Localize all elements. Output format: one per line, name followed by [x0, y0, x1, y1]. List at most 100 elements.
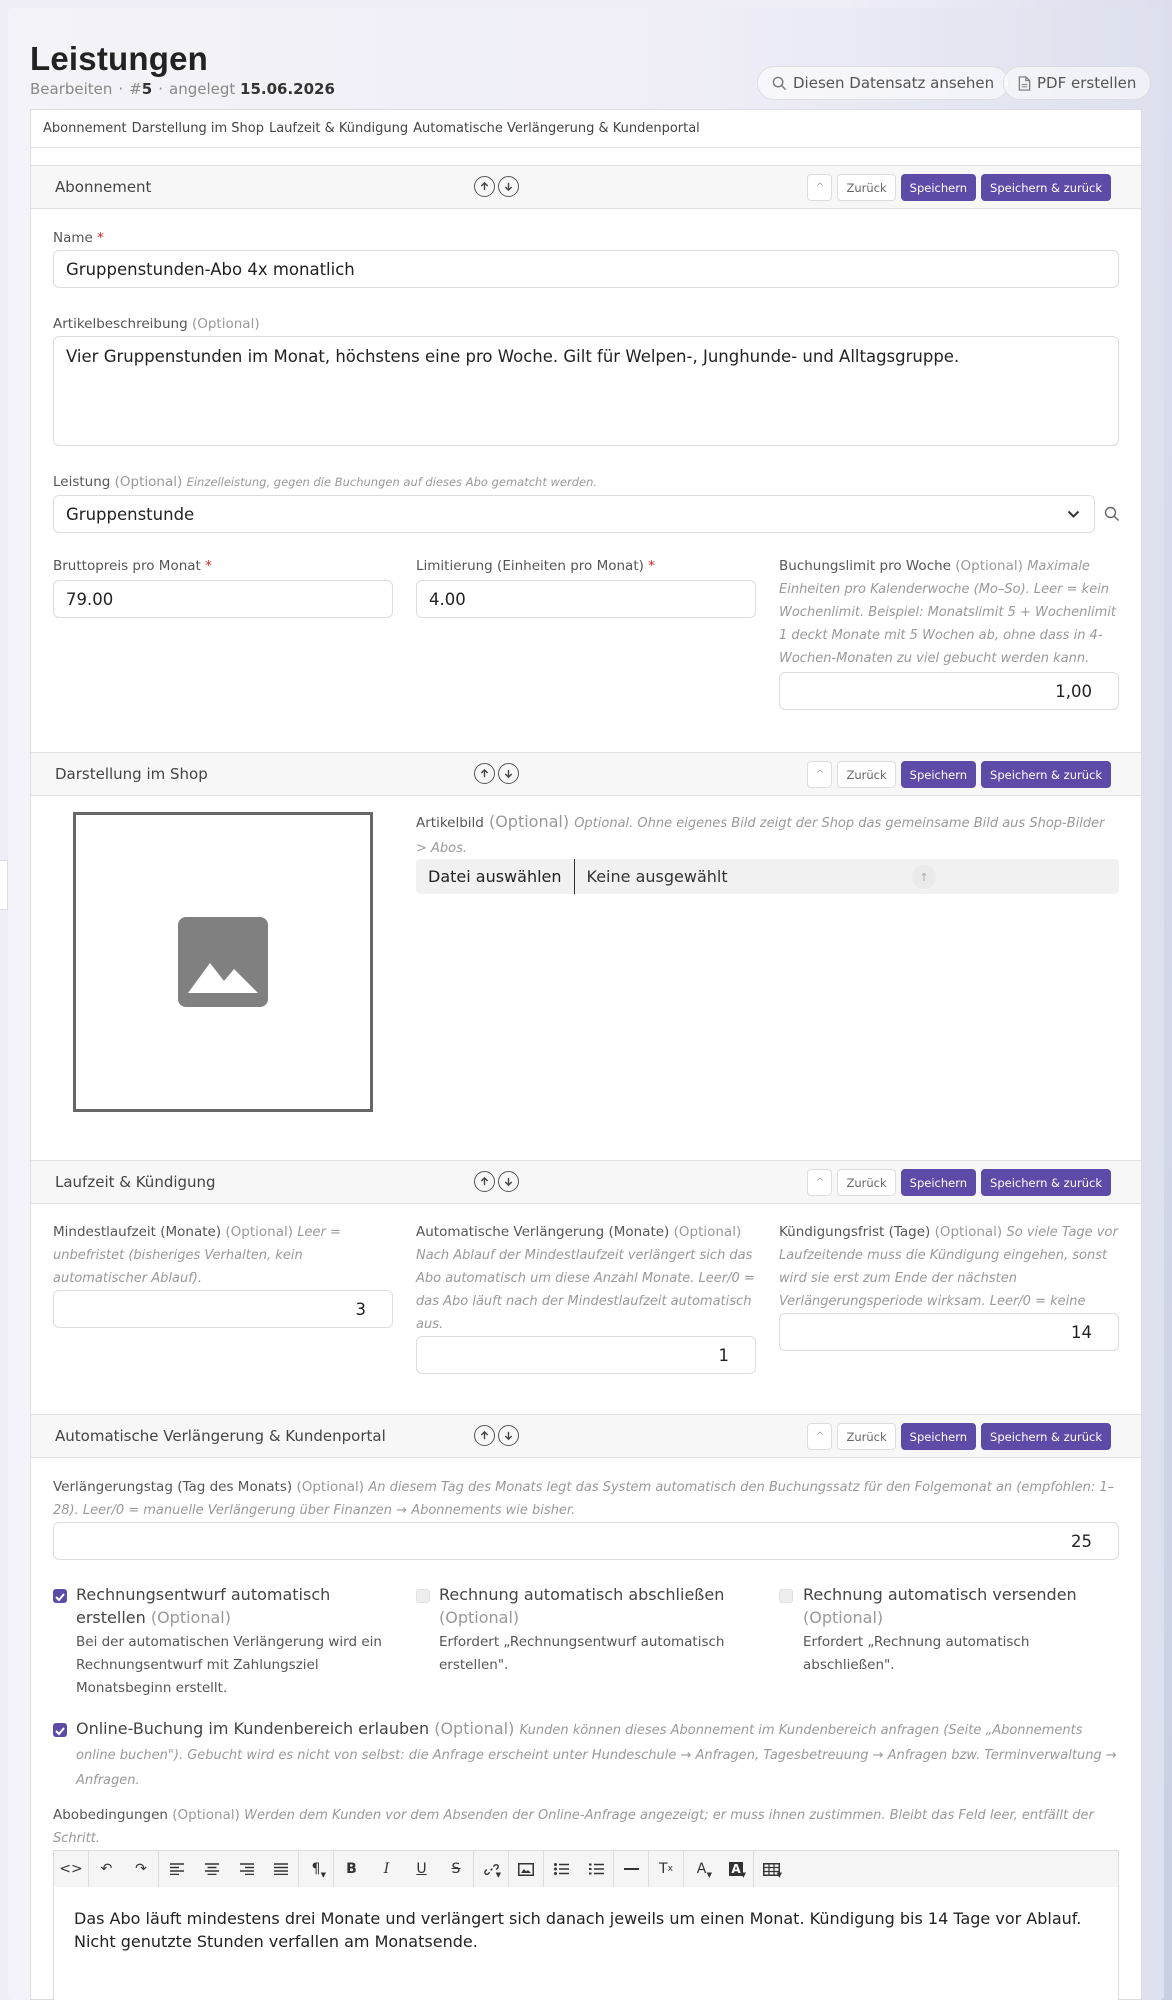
move-down-icon[interactable]: [498, 1171, 519, 1192]
save-back-button[interactable]: Speichern & zurück: [981, 174, 1111, 201]
auto-send-label: Rechnung automatisch versenden (Optional…: [803, 1585, 1077, 1627]
section-header-abonnement: Abonnement ^ Zurück Speichern Speichern …: [31, 165, 1141, 209]
section-title: Automatische Verlängerung & Kundenportal: [55, 1427, 386, 1445]
tab-portal[interactable]: Automatische Verlängerung & Kundenportal: [413, 121, 700, 136]
chevron-down-icon: [1067, 510, 1080, 518]
auto-draft-hint: Bei der automatischen Verlängerung wird …: [76, 1634, 382, 1696]
save-button[interactable]: Speichern: [900, 174, 977, 201]
clear-formatting-icon[interactable]: Tx: [649, 1851, 684, 1887]
save-back-button[interactable]: Speichern & zurück: [981, 1423, 1111, 1450]
back-button[interactable]: Zurück: [837, 174, 896, 201]
tab-bar: Abonnement Darstellung im Shop Laufzeit …: [31, 110, 1141, 148]
price-label: Bruttopreis pro Monat *: [53, 558, 212, 574]
renewal-day-label: Verlängerungstag (Tag des Monats) (Optio…: [53, 1479, 1115, 1518]
save-back-button[interactable]: Speichern & zurück: [981, 1169, 1111, 1196]
upload-icon: ↑: [912, 865, 936, 889]
move-down-icon[interactable]: [498, 763, 519, 784]
weeklimit-label: Buchungslimit pro Woche (Optional) Maxim…: [779, 558, 1117, 666]
save-button[interactable]: Speichern: [900, 761, 977, 788]
image-placeholder-icon: [178, 917, 268, 1007]
view-record-button[interactable]: Diesen Datensatz ansehen: [757, 66, 1010, 100]
collapse-button[interactable]: ^: [807, 174, 833, 201]
underline-icon[interactable]: U: [404, 1851, 439, 1887]
save-back-button[interactable]: Speichern & zurück: [981, 761, 1111, 788]
align-right-icon[interactable]: [229, 1851, 264, 1887]
form-card: Abonnement Darstellung im Shop Laufzeit …: [30, 109, 1142, 2000]
auto-draft-label: Rechnungsentwurf automatisch erstellen (…: [76, 1585, 331, 1627]
min-term-label: Mindestlaufzeit (Monate) (Optional) Leer…: [53, 1224, 341, 1286]
auto-renew-label: Automatische Verlängerung (Monate) (Opti…: [416, 1224, 755, 1332]
align-center-icon[interactable]: [194, 1851, 229, 1887]
choose-file-button[interactable]: Datei auswählen: [416, 859, 575, 894]
price-input[interactable]: 79.00: [53, 580, 393, 618]
editor-toolbar: <> ↶ ↷ ¶ ▼ B I U S ▼ Tx A ▼ A ▼ ▼: [53, 1850, 1119, 1888]
align-justify-icon[interactable]: [264, 1851, 299, 1887]
numbered-list-icon[interactable]: [579, 1851, 614, 1887]
align-left-icon[interactable]: [159, 1851, 194, 1887]
section-title: Abonnement: [55, 178, 152, 196]
auto-draft-checkbox[interactable]: [53, 1589, 67, 1603]
image-label: Artikelbild (Optional) Optional. Ohne ei…: [416, 812, 1105, 856]
pdf-button[interactable]: PDF erstellen: [1003, 66, 1152, 100]
collapse-button[interactable]: ^: [807, 761, 833, 788]
file-input[interactable]: Datei auswählen Keine ausgewählt ↑: [416, 859, 1119, 894]
section-header-shop: Darstellung im Shop ^ Zurück Speichern S…: [31, 752, 1141, 796]
insert-image-icon[interactable]: [509, 1851, 544, 1887]
limit-input[interactable]: 4.00: [416, 580, 756, 618]
online-booking-label: Online-Buchung im Kundenbereich erlauben…: [76, 1719, 1117, 1788]
renewal-day-input[interactable]: 25: [53, 1522, 1119, 1560]
move-up-icon[interactable]: [474, 763, 495, 784]
section-header-laufzeit: Laufzeit & Kündigung ^ Zurück Speichern …: [31, 1160, 1141, 1204]
back-button[interactable]: Zurück: [837, 761, 896, 788]
redo-icon[interactable]: ↷: [124, 1851, 159, 1887]
move-up-icon[interactable]: [474, 1171, 495, 1192]
tab-abonnement[interactable]: Abonnement: [43, 121, 127, 136]
move-down-icon[interactable]: [498, 176, 519, 197]
pdf-file-icon: [1018, 75, 1031, 91]
save-button[interactable]: Speichern: [900, 1423, 977, 1450]
bullet-list-icon[interactable]: [544, 1851, 579, 1887]
weeklimit-input[interactable]: 1,00: [779, 672, 1119, 710]
auto-renew-input[interactable]: 1: [416, 1336, 756, 1374]
side-handle[interactable]: [0, 860, 8, 910]
auto-send-checkbox[interactable]: [779, 1589, 793, 1603]
horizontal-rule-icon[interactable]: [614, 1851, 649, 1887]
check-icon: [55, 1593, 65, 1602]
italic-icon[interactable]: I: [369, 1851, 404, 1887]
text-color-icon[interactable]: A ▼: [684, 1851, 719, 1887]
auto-send-hint: Erfordert „Rechnung automatisch abschlie…: [803, 1634, 1030, 1673]
leistung-label: Leistung (Optional) Einzelleistung, gege…: [53, 474, 598, 490]
terms-editor[interactable]: Das Abo läuft mindestens drei Monate und…: [53, 1887, 1119, 2000]
background-color-icon[interactable]: A ▼: [719, 1851, 754, 1887]
back-button[interactable]: Zurück: [837, 1169, 896, 1196]
search-icon[interactable]: [1104, 506, 1120, 522]
page-title: Leistungen: [30, 40, 209, 77]
leistung-select[interactable]: Gruppenstunde: [53, 495, 1095, 533]
source-code-icon[interactable]: <>: [54, 1851, 89, 1887]
table-icon[interactable]: ▼: [754, 1851, 789, 1887]
move-up-icon[interactable]: [474, 176, 495, 197]
collapse-button[interactable]: ^: [807, 1423, 833, 1450]
paragraph-format-icon[interactable]: ¶ ▼: [299, 1851, 334, 1887]
online-booking-checkbox[interactable]: [53, 1723, 67, 1737]
limit-label: Limitierung (Einheiten pro Monat) *: [416, 558, 655, 574]
back-button[interactable]: Zurück: [837, 1423, 896, 1450]
terms-label: Abobedingungen (Optional) Werden dem Kun…: [53, 1807, 1094, 1846]
min-term-input[interactable]: 3: [53, 1290, 393, 1328]
strikethrough-icon[interactable]: S: [439, 1851, 474, 1887]
move-up-icon[interactable]: [474, 1425, 495, 1446]
tab-laufzeit[interactable]: Laufzeit & Kündigung: [269, 121, 408, 136]
save-button[interactable]: Speichern: [900, 1169, 977, 1196]
name-input[interactable]: Gruppenstunden-Abo 4x monatlich: [53, 250, 1119, 288]
collapse-button[interactable]: ^: [807, 1169, 833, 1196]
move-down-icon[interactable]: [498, 1425, 519, 1446]
notice-period-input[interactable]: 14: [779, 1313, 1119, 1351]
name-label: Name *: [53, 230, 104, 246]
description-textarea[interactable]: Vier Gruppenstunden im Monat, höchstens …: [53, 336, 1119, 446]
auto-finalize-checkbox[interactable]: [416, 1589, 430, 1603]
undo-icon[interactable]: ↶: [89, 1851, 124, 1887]
bold-icon[interactable]: B: [334, 1851, 369, 1887]
tab-shop[interactable]: Darstellung im Shop: [132, 121, 264, 136]
link-icon[interactable]: ▼: [474, 1851, 509, 1887]
file-status: Keine ausgewählt: [586, 867, 728, 886]
